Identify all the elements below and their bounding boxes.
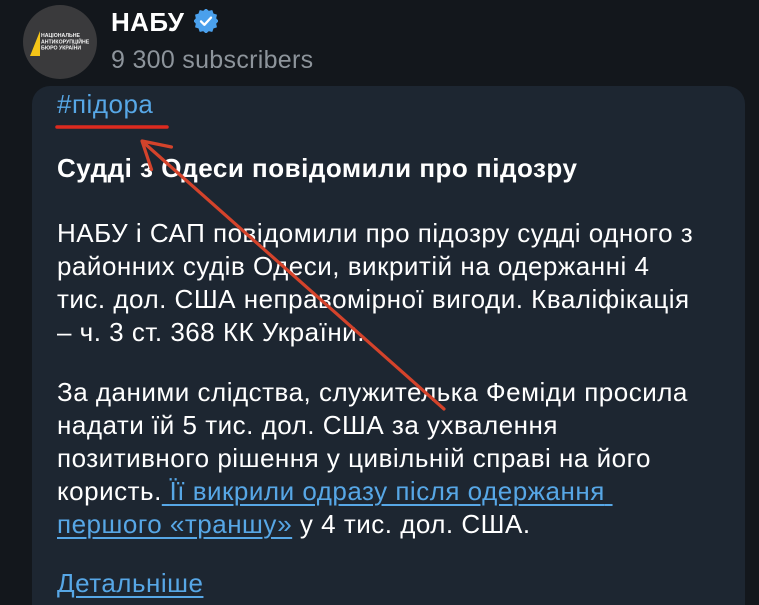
text-line: надати їй 5 тис. дол. США за ухвалення xyxy=(57,409,558,440)
channel-avatar[interactable]: НАЦІОНАЛЬНЕ АНТИКОРУПЦІЙНЕ БЮРО УКРАЇНИ xyxy=(23,5,97,79)
text-line: За даними слідства, служителька Феміди п… xyxy=(57,376,688,407)
channel-header[interactable]: НАЦІОНАЛЬНЕ АНТИКОРУПЦІЙНЕ БЮРО УКРАЇНИ … xyxy=(0,0,759,86)
inline-link-text[interactable]: Її викрили одразу після одержання xyxy=(170,476,605,506)
hashtag-link[interactable]: #підора xyxy=(57,88,693,121)
text-line: тис. дол. США неправомірної вигоди. Квал… xyxy=(57,283,690,314)
nabu-logo-icon xyxy=(30,31,40,56)
text-line: першого «траншу» у 4 тис. дол. США. xyxy=(57,508,693,541)
logo-line: БЮРО УКРАЇНИ xyxy=(41,45,82,52)
more-link-row: Детальніше xyxy=(57,567,693,600)
inline-link-text[interactable]: першого «траншу» xyxy=(57,509,292,539)
text-line: районних судів Одеси, викритій на одержа… xyxy=(57,250,650,281)
inline-link[interactable]: Її викрили одразу після одержання xyxy=(162,476,613,506)
text-line: – ч. 3 ст. 368 КК України. xyxy=(57,316,365,347)
text-line: НАБУ і САП повідомили про підозру судді … xyxy=(57,217,694,248)
inline-link[interactable]: першого «траншу» xyxy=(57,509,292,539)
text-line: позитивного рішення у цивільній справі н… xyxy=(57,442,651,473)
verified-badge-icon xyxy=(194,9,218,33)
subscriber-count: 9 300 subscribers xyxy=(111,46,314,74)
text-segment: у 4 тис. дол. США. xyxy=(299,508,531,539)
message-bubble: #підора Судді з Одеси повідомили про під… xyxy=(32,86,745,605)
text-line: користь. Її викрили одразу після одержан… xyxy=(57,475,693,508)
channel-name[interactable]: НАБУ xyxy=(111,5,184,39)
paragraph-2: За даними слідства, служителька Феміди п… xyxy=(57,376,693,541)
avatar-logo-text: НАЦІОНАЛЬНЕ АНТИКОРУПЦІЙНЕ БЮРО УКРАЇНИ xyxy=(41,33,89,52)
paragraph-1: НАБУ і САП повідомили про підозру судді … xyxy=(57,217,693,349)
read-more-link[interactable]: Детальніше xyxy=(57,568,203,598)
text-segment: користь. xyxy=(57,475,162,506)
post-title: Судді з Одеси повідомили про підозру xyxy=(57,152,578,183)
message-text: #підора Судді з Одеси повідомили про під… xyxy=(57,88,693,600)
